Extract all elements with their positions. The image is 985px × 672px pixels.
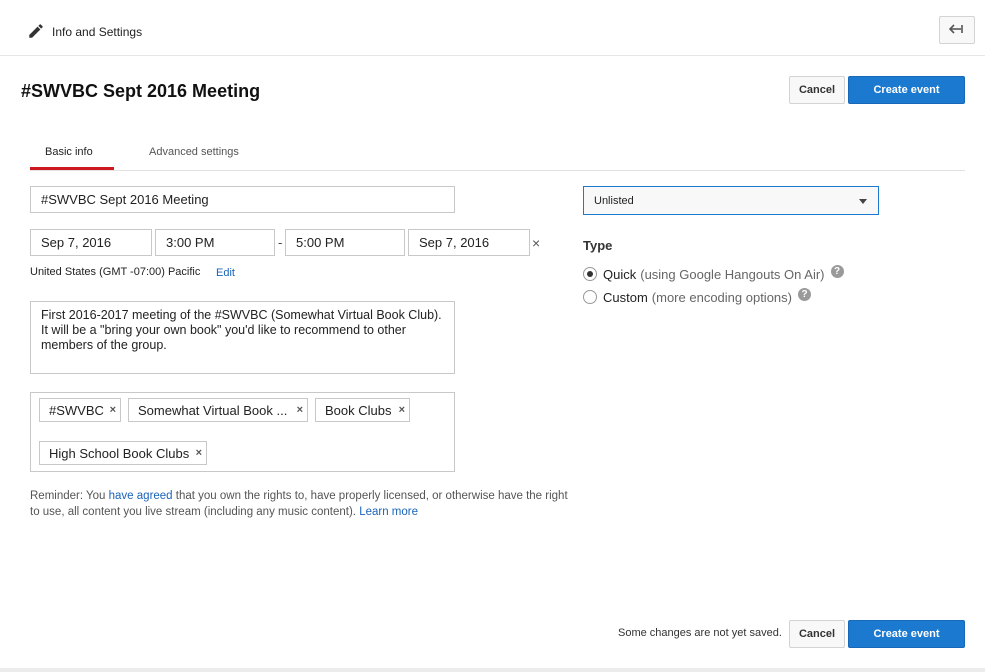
remove-tag-icon[interactable]: × [297,404,303,416]
type-option-custom[interactable]: Custom (more encoding options) ? [583,287,811,306]
help-icon[interactable]: ? [798,287,811,301]
option-description: (more encoding options) [651,289,792,305]
top-bar: Info and Settings [0,0,985,56]
clear-end-date-icon[interactable]: × [532,235,540,251]
help-icon[interactable]: ? [830,264,844,278]
active-tab-indicator [30,167,114,170]
privacy-select[interactable]: Unlisted [583,186,879,215]
type-option-quick[interactable]: Quick (using Google Hangouts On Air) ? [583,264,844,283]
tag-label: Book Clubs [325,402,392,418]
reminder-text: Reminder: You [30,490,109,502]
title-input[interactable]: #SWVBC Sept 2016 Meeting [30,186,455,213]
tags-input[interactable]: #SWVBC × Somewhat Virtual Book ... × Boo… [30,392,455,472]
learn-more-link[interactable]: Learn more [359,506,418,518]
radio-button[interactable] [583,290,597,304]
have-agreed-link[interactable]: have agreed [109,490,173,502]
tag-chip: Book Clubs × [315,398,410,422]
radio-button[interactable] [583,267,597,281]
timezone-label: United States (GMT -07:00) Pacific [30,266,201,278]
footer-cancel-button[interactable]: Cancel [789,620,845,648]
remove-tag-icon[interactable]: × [196,447,202,459]
time-separator: - [278,235,283,250]
tag-label: High School Book Clubs [49,445,190,461]
tag-chip: #SWVBC × [39,398,121,422]
tab-basic-info[interactable]: Basic info [45,146,93,158]
cancel-button[interactable]: Cancel [789,76,845,104]
type-heading: Type [583,238,613,253]
tag-chip: Somewhat Virtual Book ... × [128,398,308,422]
remove-tag-icon[interactable]: × [110,404,116,416]
tag-label: #SWVBC [49,402,104,418]
option-label: Custom [603,289,648,305]
tag-label: Somewhat Virtual Book ... [138,402,288,418]
end-date-input[interactable]: Sep 7, 2016 [408,229,530,256]
option-label: Quick [603,266,637,282]
create-event-button[interactable]: Create event [848,76,965,104]
timezone-edit-link[interactable]: Edit [216,267,235,279]
remove-tag-icon[interactable]: × [399,404,405,416]
description-textarea[interactable]: First 2016-2017 meeting of the #SWVBC (S… [30,301,455,374]
end-time-input[interactable]: 5:00 PM [285,229,405,256]
footer-create-event-button[interactable]: Create event [848,620,965,648]
privacy-select-value: Unlisted [594,194,634,207]
chevron-down-icon [859,199,867,204]
pencil-icon [29,24,43,38]
tab-bar: Basic info Advanced settings [30,140,965,171]
tag-chip: High School Book Clubs × [39,441,207,465]
page-title: #SWVBC Sept 2016 Meeting [21,81,261,101]
option-description: (using Google Hangouts On Air) [640,266,825,282]
bottom-divider [0,668,985,672]
back-arrow-icon [949,24,963,34]
tab-advanced-settings[interactable]: Advanced settings [149,146,239,158]
rights-reminder: Reminder: You have agreed that you own t… [30,489,570,520]
start-time-input[interactable]: 3:00 PM [155,229,275,256]
unsaved-changes-status: Some changes are not yet saved. [618,627,782,639]
back-button[interactable] [939,16,975,44]
start-date-input[interactable]: Sep 7, 2016 [30,229,152,256]
section-title: Info and Settings [52,25,143,39]
